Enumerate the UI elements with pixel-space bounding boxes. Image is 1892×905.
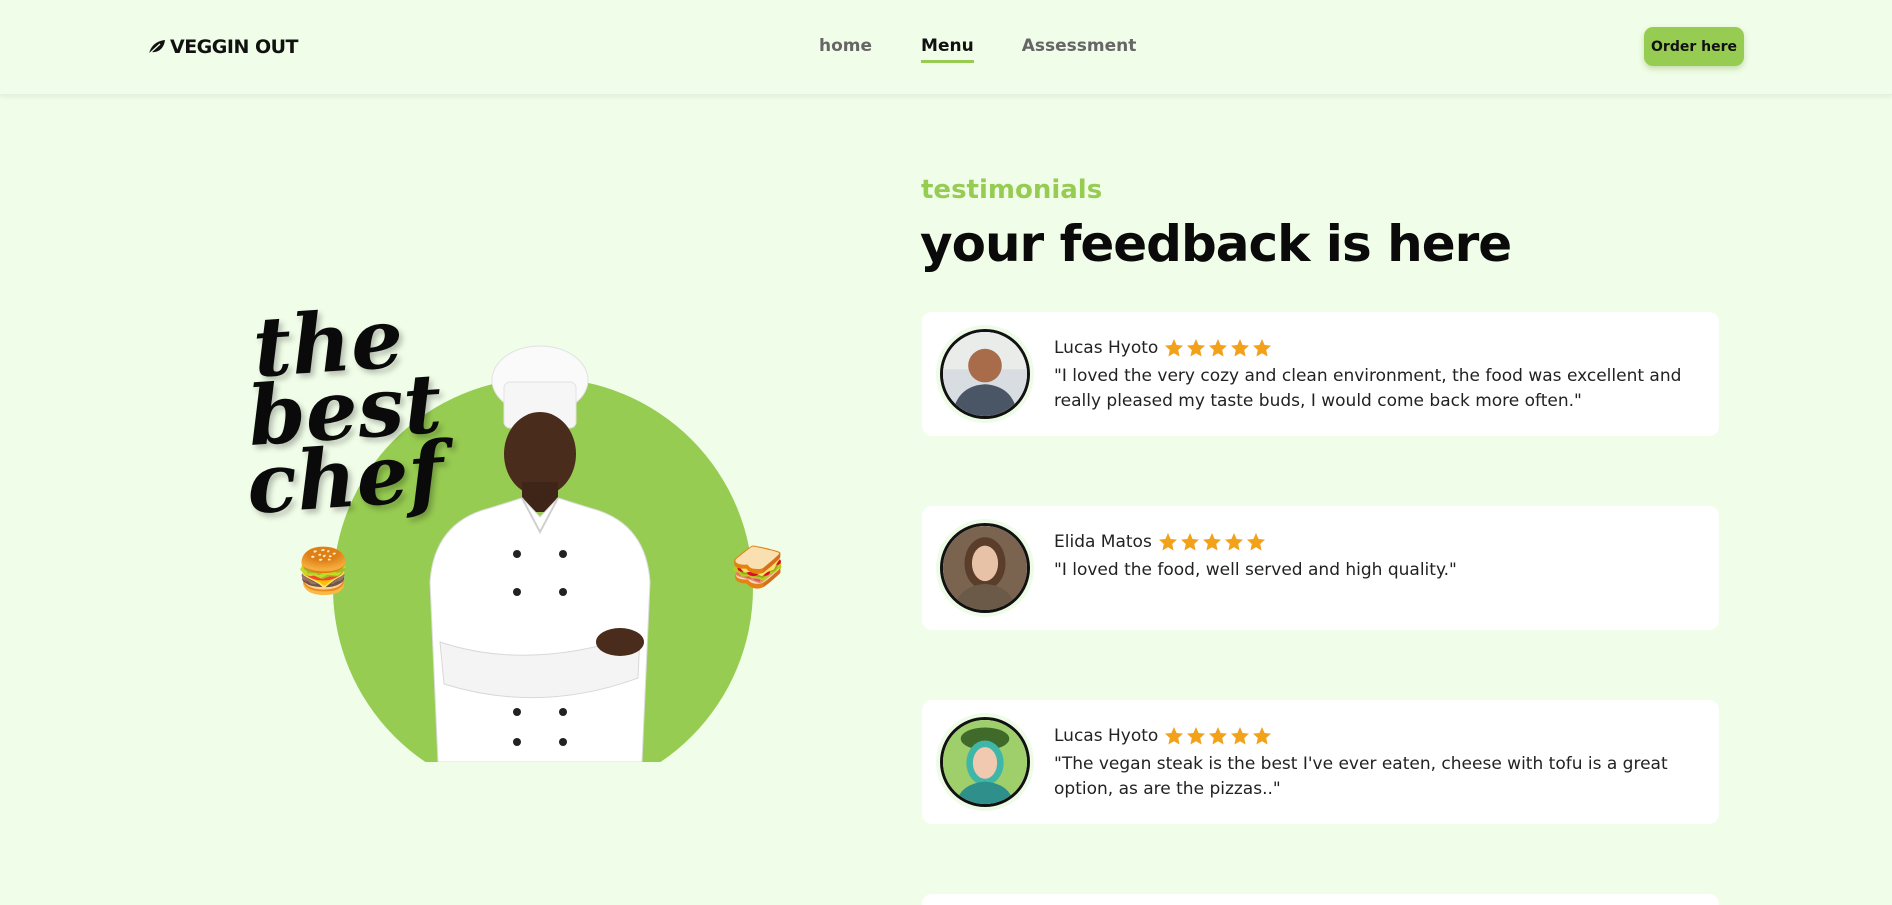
avatar-photo: [943, 526, 1027, 610]
testimonial-quote: "I loved the very cozy and clean environ…: [1054, 366, 1682, 411]
testimonial-card-partial: [922, 894, 1719, 905]
star-icon: [1187, 727, 1206, 745]
leaf-icon: [148, 40, 165, 55]
title-line: chef: [243, 423, 447, 534]
reviewer-name: Elida Matos: [1054, 532, 1152, 552]
nav-menu[interactable]: Menu: [921, 36, 974, 63]
reviewer-name: Lucas Hyoto: [1054, 338, 1159, 358]
best-chef-title: the best chef: [244, 290, 448, 533]
avatar: [940, 523, 1030, 613]
star-icon: [1158, 533, 1177, 551]
nav-assessment[interactable]: Assessment: [1022, 36, 1137, 63]
star-icon: [1246, 533, 1265, 551]
testimonial-card: Lucas Hyoto "The vegan steak is the best…: [922, 700, 1719, 824]
star-icon: [1165, 727, 1184, 745]
sandwich-icon: 🥪: [730, 542, 785, 593]
burger-icon: 🍔: [296, 546, 351, 597]
star-icon: [1165, 339, 1184, 357]
main-nav: home Menu Assessment: [819, 36, 1136, 63]
star-rating: [1158, 532, 1266, 552]
star-icon: [1253, 727, 1272, 745]
star-icon: [1224, 533, 1243, 551]
site-header: VEGGIN OUT home Menu Assessment Order he…: [0, 0, 1892, 95]
logo-text: VEGGIN OUT: [170, 36, 299, 58]
chef-illustration: [429, 345, 651, 762]
star-icon: [1209, 727, 1228, 745]
star-icon: [1202, 533, 1221, 551]
reviewer-row: Lucas Hyoto: [1054, 726, 1272, 746]
testimonial-card: Lucas Hyoto "I loved the very cozy and c…: [922, 312, 1719, 436]
avatar: [940, 717, 1030, 807]
testimonial-quote: "The vegan steak is the best I've ever e…: [1054, 754, 1668, 799]
star-icon: [1231, 339, 1250, 357]
order-button[interactable]: Order here: [1644, 27, 1744, 66]
avatar-photo: [943, 332, 1027, 416]
star-icon: [1180, 533, 1199, 551]
star-icon: [1253, 339, 1272, 357]
star-icon: [1187, 339, 1206, 357]
section-heading: your feedback is here: [920, 215, 1512, 273]
avatar: [940, 329, 1030, 419]
reviewer-row: Elida Matos: [1054, 532, 1266, 552]
reviewer-row: Lucas Hyoto: [1054, 338, 1272, 358]
chef-hero: the best chef 🍔 🥪: [240, 290, 800, 770]
testimonial-quote: "I loved the food, well served and high …: [1054, 560, 1457, 580]
nav-home[interactable]: home: [819, 36, 872, 63]
logo[interactable]: VEGGIN OUT: [148, 36, 299, 58]
star-icon: [1231, 727, 1250, 745]
reviewer-name: Lucas Hyoto: [1054, 726, 1159, 746]
star-icon: [1209, 339, 1228, 357]
avatar-photo: [943, 720, 1027, 804]
testimonial-card: Elida Matos "I loved the food, well serv…: [922, 506, 1719, 630]
star-rating: [1164, 726, 1272, 746]
star-rating: [1164, 338, 1272, 358]
section-eyebrow: testimonials: [921, 175, 1103, 205]
